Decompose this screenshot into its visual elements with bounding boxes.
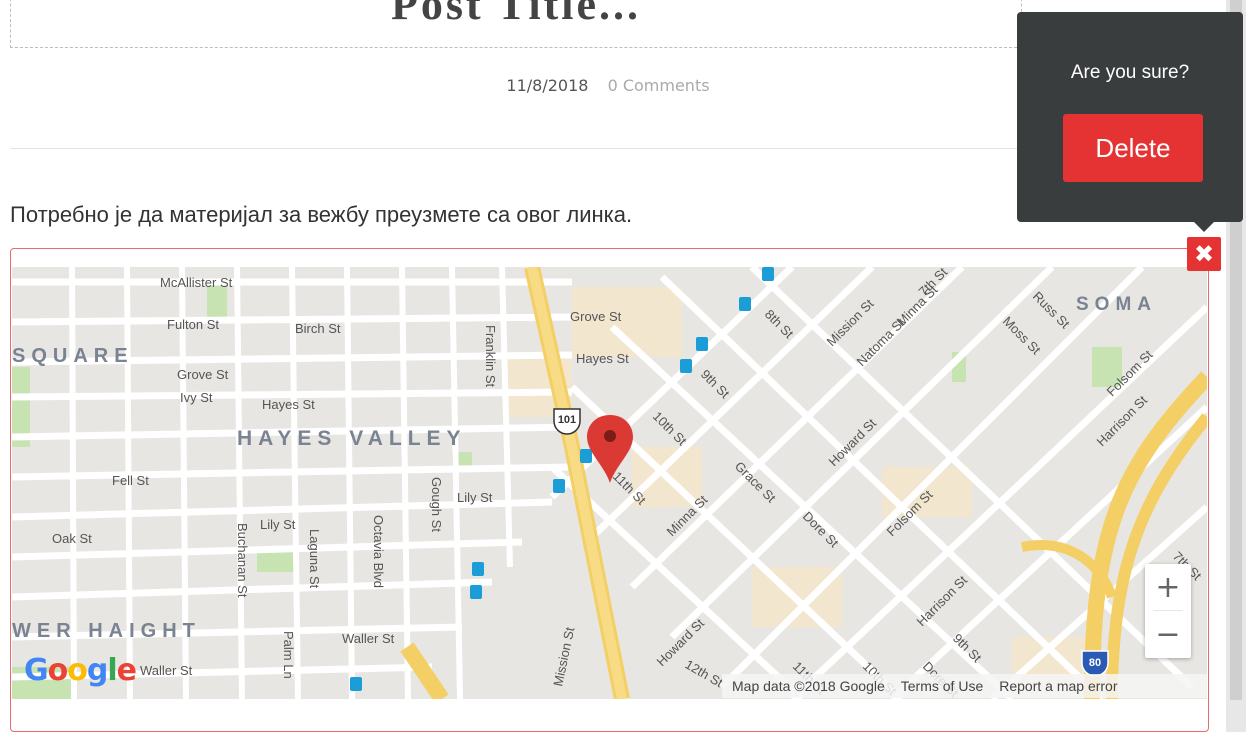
popover-arrow <box>1194 222 1214 232</box>
street-label: Palm Ln <box>281 631 296 679</box>
post-paragraph: Потребно је да материјал за вежбу преузм… <box>10 202 633 227</box>
highway-101-label: 101 <box>558 414 576 426</box>
street-label: Lily St <box>260 517 296 532</box>
close-icon[interactable]: ✖ <box>1187 237 1221 271</box>
street-label: Waller St <box>342 631 395 646</box>
street-label: Ivy St <box>180 390 213 405</box>
street-label: Octavia Blvd <box>371 515 386 588</box>
street-label: Grove St <box>177 367 229 382</box>
post-title-box: Post Title... <box>10 0 1022 48</box>
street-label: Laguna St <box>307 529 322 589</box>
neighborhood-label: HAYES VALLEY <box>237 427 467 450</box>
google-logo[interactable]: Google <box>24 653 137 688</box>
street-label: Birch St <box>295 321 341 336</box>
street-label: Oak St <box>52 531 92 546</box>
report-error-link[interactable]: Report a map error <box>999 678 1117 694</box>
street-label: Gough St <box>429 477 444 532</box>
street-label: Buchanan St <box>235 523 250 598</box>
map-attribution-bar: Map data ©2018 Google Terms of Use Repor… <box>722 674 1207 698</box>
highway-80-label: 80 <box>1089 657 1101 669</box>
delete-confirm-popover: Are you sure? Delete <box>1017 12 1243 232</box>
zoom-control[interactable]: + − <box>1145 564 1191 658</box>
street-label: Hayes St <box>576 351 629 366</box>
post-title: Post Title... <box>390 0 642 29</box>
neighborhood-label: WER HAIGHT <box>12 620 201 642</box>
street-label: Fulton St <box>167 317 219 332</box>
zoom-in-button[interactable]: + <box>1145 564 1191 610</box>
terms-link[interactable]: Terms of Use <box>901 678 983 694</box>
zoom-out-button[interactable]: − <box>1145 611 1191 657</box>
divider <box>10 148 1018 149</box>
street-label: Lily St <box>457 490 493 505</box>
street-label: Hayes St <box>262 397 315 412</box>
post-date: 11/8/2018 <box>506 76 589 95</box>
comments-link[interactable]: 0 Comments <box>608 76 710 95</box>
street-label: Waller St <box>140 663 193 678</box>
street-label: Fell St <box>112 473 149 488</box>
map-attribution: Map data ©2018 Google <box>732 678 885 694</box>
google-map[interactable]: 101 80 SQUARE HAYES VALLEY SOMA WER HAIG… <box>12 267 1207 699</box>
street-label: Grove St <box>570 309 622 324</box>
neighborhood-label: SOMA <box>1076 294 1157 315</box>
street-label: Franklin St <box>483 325 498 388</box>
street-label: McAllister St <box>160 275 233 290</box>
neighborhood-label: SQUARE <box>12 345 134 367</box>
confirm-question: Are you sure? <box>1070 62 1190 83</box>
map-embed[interactable]: 101 80 SQUARE HAYES VALLEY SOMA WER HAIG… <box>10 248 1209 732</box>
map-canvas[interactable]: 101 80 SQUARE HAYES VALLEY SOMA WER HAIG… <box>12 267 1207 699</box>
delete-button[interactable]: Delete <box>1063 114 1203 182</box>
